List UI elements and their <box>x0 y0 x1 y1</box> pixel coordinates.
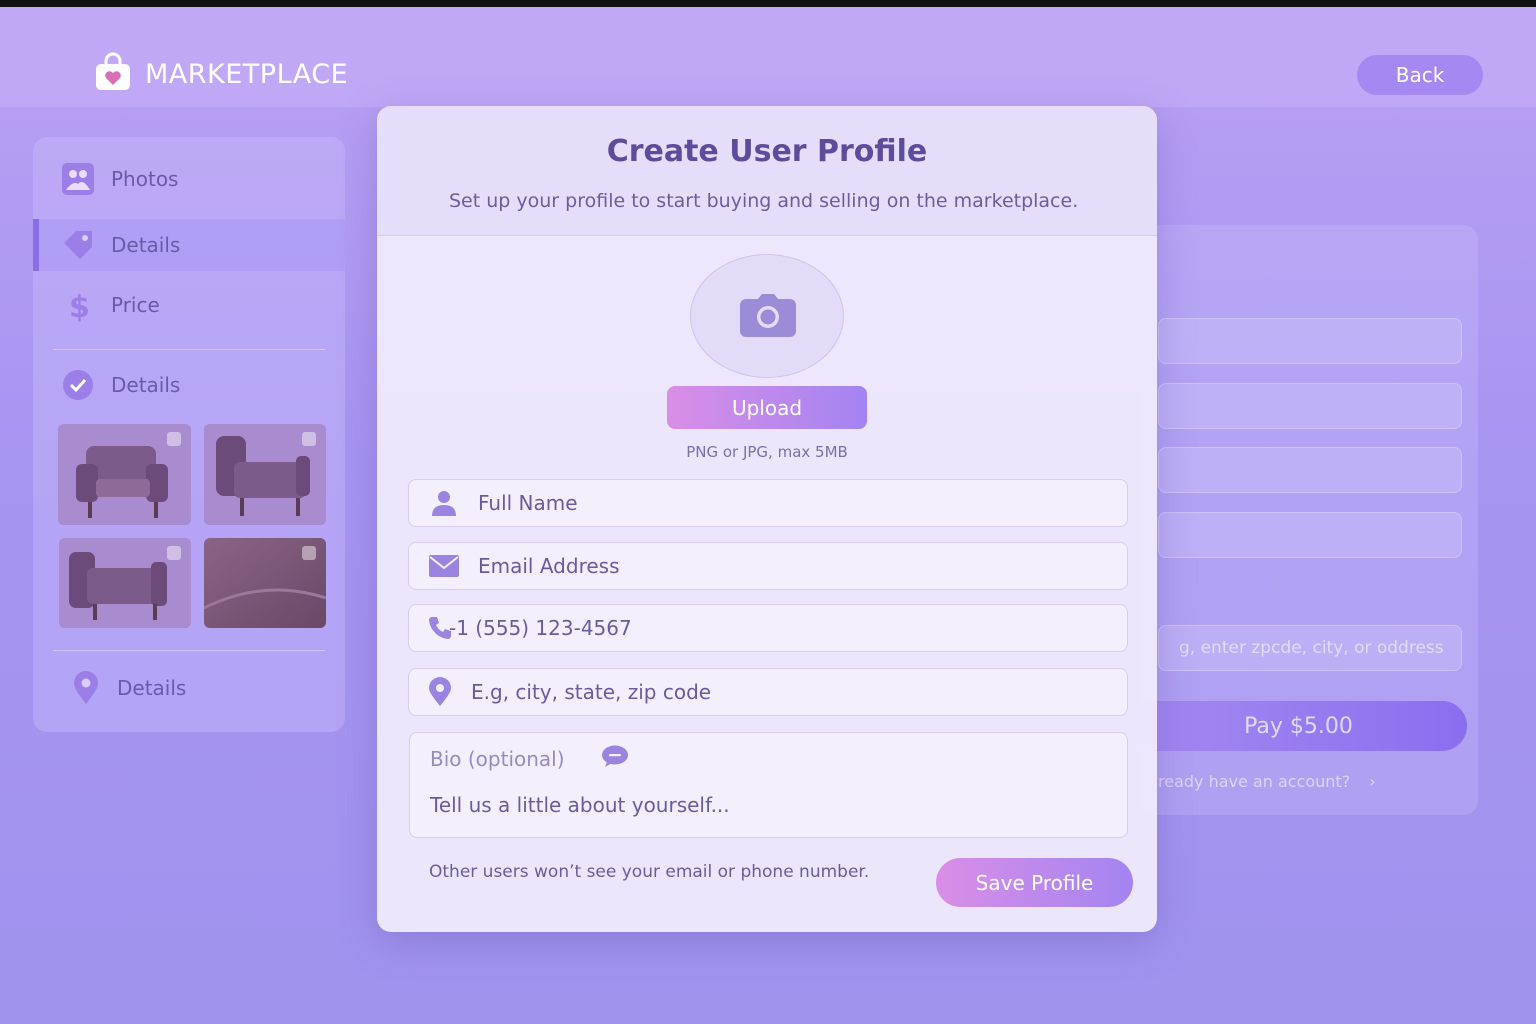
tag-icon <box>61 228 95 262</box>
photo-thumbnail[interactable] <box>58 424 191 525</box>
sidebar-item-photos[interactable]: Photos <box>33 153 345 205</box>
location-placeholder: g, enter zpcde, city, or oddress <box>1179 638 1444 658</box>
checkout-field[interactable] <box>1158 383 1462 429</box>
brand-name: MARKETPLACE <box>145 59 349 90</box>
check-circle-icon <box>61 368 95 402</box>
back-button[interactable]: Back <box>1357 55 1483 95</box>
sidebar-item-label: Details <box>117 676 187 700</box>
save-profile-button[interactable]: Save Profile <box>936 858 1133 907</box>
create-profile-modal: Create User Profile Set up your profile … <box>377 106 1157 932</box>
sidebar-divider <box>53 650 325 651</box>
upload-hint: PNG or JPG, max 5MB <box>686 443 848 461</box>
select-thumbnail-icon[interactable] <box>302 432 316 446</box>
sign-in-text: ready have an account? <box>1158 772 1351 791</box>
sidebar-item-label: Details <box>111 233 181 257</box>
shopping-bag-logo-icon <box>96 52 130 90</box>
listing-sidebar: Photos Details $ Price Details Details <box>33 137 345 732</box>
pay-button[interactable]: Pay $5.00 <box>1130 701 1467 751</box>
sign-in-link[interactable]: ready have an account? › <box>1158 772 1376 791</box>
photo-thumbnail[interactable] <box>204 538 326 628</box>
app-header: MARKETPLACE Back <box>0 7 1536 107</box>
location-pin-icon <box>425 677 455 707</box>
select-thumbnail-icon[interactable] <box>167 546 181 560</box>
location-input[interactable]: E.g, city, state, zip code <box>408 668 1128 716</box>
sidebar-item-label: Photos <box>111 167 179 191</box>
modal-title: Create User Profile <box>606 134 928 169</box>
sidebar-item-label: Price <box>111 293 160 317</box>
sidebar-item-label: Details <box>111 373 181 397</box>
location-input[interactable]: g, enter zpcde, city, or oddress <box>1158 625 1462 671</box>
checkout-field[interactable] <box>1158 512 1462 558</box>
select-thumbnail-icon[interactable] <box>167 432 181 446</box>
sidebar-item-price[interactable]: $ Price <box>33 279 345 331</box>
upload-photo-button[interactable]: Upload <box>667 386 867 429</box>
dollar-icon: $ <box>61 288 95 322</box>
email-placeholder: Email Address <box>478 554 620 578</box>
location-placeholder: E.g, city, state, zip code <box>471 680 712 704</box>
chat-bubble-icon <box>602 745 628 767</box>
photo-icon <box>61 162 95 196</box>
chevron-right-icon: › <box>1369 772 1376 791</box>
select-thumbnail-icon[interactable] <box>302 546 316 560</box>
sidebar-item-details[interactable]: Details <box>33 219 345 271</box>
envelope-icon <box>429 551 459 581</box>
svg-text:$: $ <box>69 290 90 322</box>
photo-thumbnail[interactable] <box>204 424 326 525</box>
bio-textarea[interactable]: Bio (optional) Tell us a little about yo… <box>409 732 1128 838</box>
window-top-edge <box>0 0 1536 7</box>
sidebar-item-location[interactable]: Details <box>33 662 345 714</box>
checkout-field[interactable] <box>1158 318 1462 364</box>
camera-icon <box>740 294 796 337</box>
phone-input[interactable]: -1 (555) 123-4567 <box>408 604 1128 652</box>
phone-value: -1 (555) 123-4567 <box>449 616 632 640</box>
photo-thumbnail[interactable] <box>59 538 191 628</box>
avatar-placeholder[interactable] <box>690 254 844 378</box>
modal-header: Create User Profile Set up your profile … <box>377 106 1157 236</box>
privacy-note: Other users won’t see your email or phon… <box>429 862 870 882</box>
checkout-field[interactable] <box>1158 447 1462 493</box>
modal-subtitle: Set up your profile to start buying and … <box>449 190 1079 212</box>
bio-placeholder: Tell us a little about yourself... <box>430 793 730 817</box>
location-pin-icon <box>69 671 103 705</box>
email-input[interactable]: Email Address <box>408 542 1128 590</box>
bio-label: Bio (optional) <box>430 747 565 771</box>
sidebar-item-details-check[interactable]: Details <box>33 359 345 411</box>
user-icon <box>429 488 459 518</box>
full-name-input[interactable]: Full Name <box>408 479 1128 527</box>
sidebar-divider <box>53 349 325 350</box>
full-name-placeholder: Full Name <box>478 491 578 515</box>
